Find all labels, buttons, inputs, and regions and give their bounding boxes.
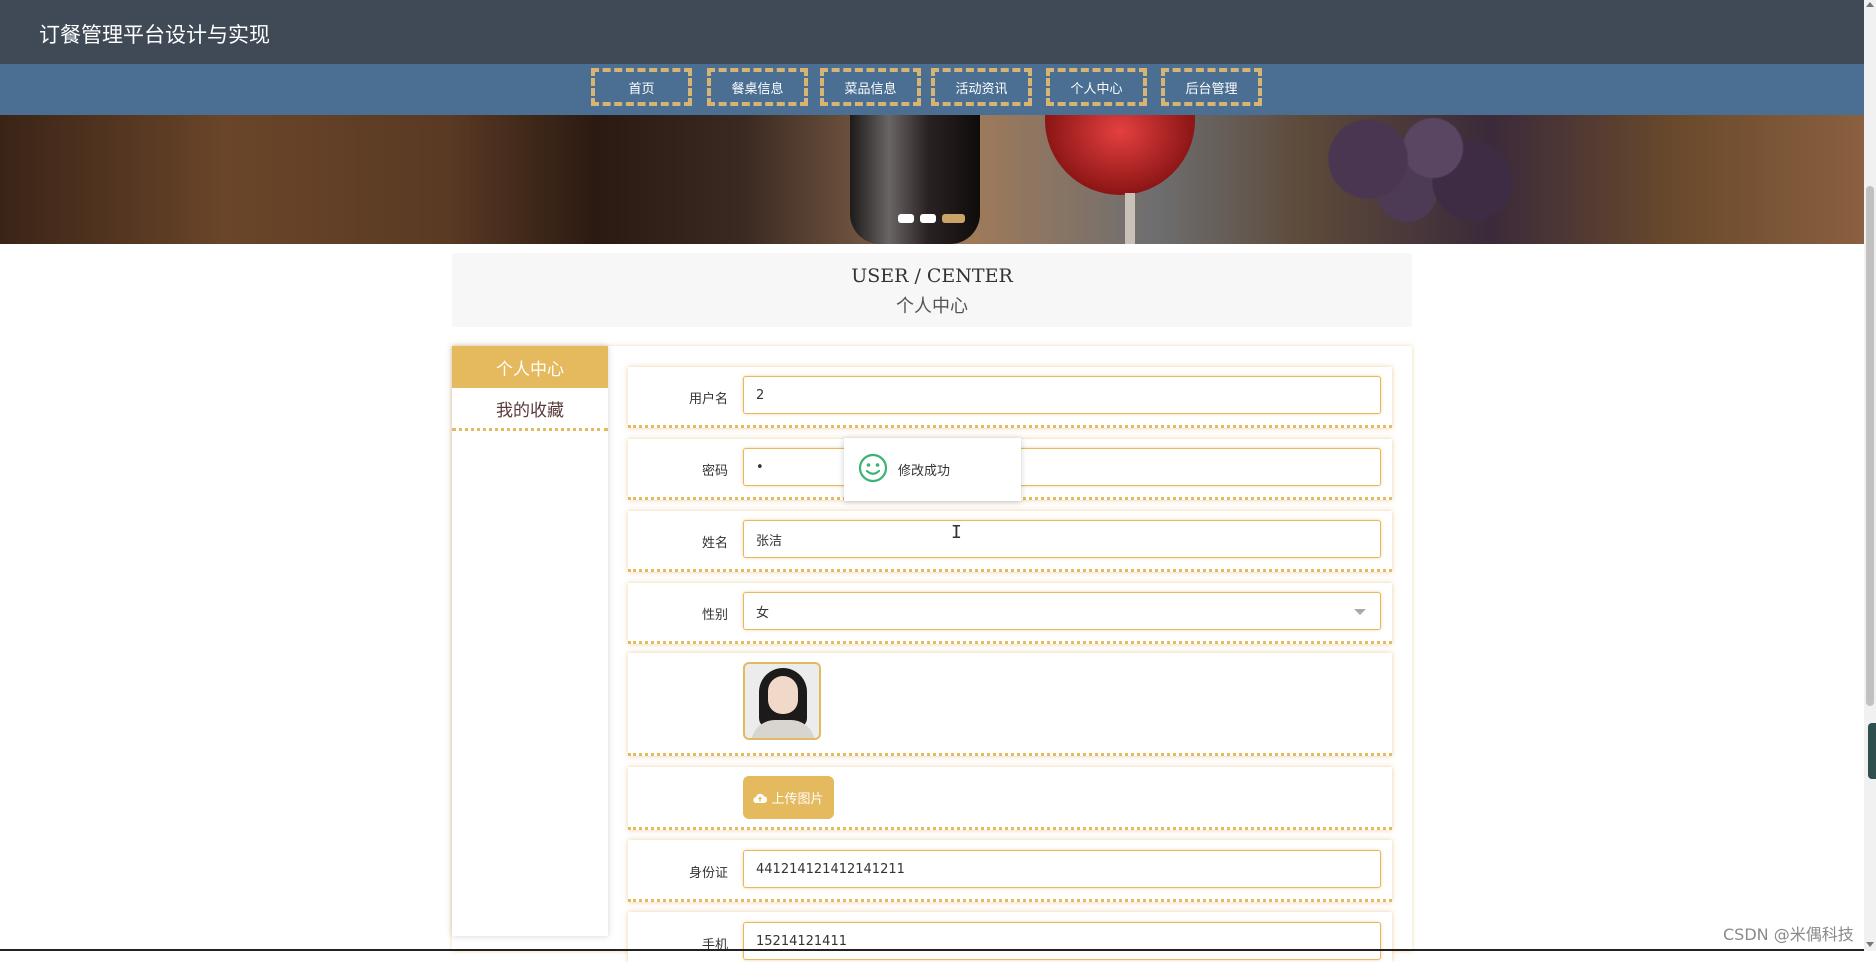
form-row-username: 用户名 2 <box>628 367 1392 428</box>
watermark-text: CSDN @米偶科技 <box>1723 925 1854 944</box>
section-title-cn: 个人中心 <box>896 296 968 317</box>
section-heading: USER / CENTER 个人中心 <box>452 253 1412 327</box>
name-label: 姓名 <box>701 536 728 551</box>
banner-wineglass-stem <box>1125 193 1135 244</box>
top-header-bar: 订餐管理平台设计与实现 <box>0 0 1864 64</box>
user-center-sidebar: 个人中心 我的收藏 <box>452 346 608 936</box>
floating-side-tab[interactable] <box>1868 723 1876 779</box>
nav-item-admin[interactable]: 后台管理 <box>1161 68 1262 106</box>
form-row-phone: 手机 15214121411 <box>628 912 1392 962</box>
upload-image-button[interactable]: 上传图片 <box>743 776 834 819</box>
avatar-image <box>743 662 821 740</box>
form-row-id-card: 身份证 441214121412141211 <box>628 840 1392 902</box>
banner-wineglass-image <box>1045 115 1195 195</box>
banner-carousel <box>0 115 1864 244</box>
nav-item-home[interactable]: 首页 <box>591 68 692 106</box>
cloud-upload-icon <box>753 793 768 803</box>
username-input[interactable]: 2 <box>743 376 1381 414</box>
username-label: 用户名 <box>688 392 728 407</box>
nav-item-news[interactable]: 活动资讯 <box>931 68 1032 106</box>
success-toast: 修改成功 <box>844 438 1021 501</box>
sidebar-item-user-center[interactable]: 个人中心 <box>452 346 608 388</box>
carousel-dot-3[interactable] <box>942 214 965 223</box>
text-cursor-icon: I <box>951 522 962 543</box>
nav-item-tables[interactable]: 餐桌信息 <box>707 68 808 106</box>
scroll-down-arrow-icon[interactable] <box>1866 942 1874 947</box>
password-input[interactable]: • <box>743 448 1381 486</box>
sidebar-item-favorites[interactable]: 我的收藏 <box>452 388 608 431</box>
banner-grapes-image <box>1290 115 1550 225</box>
gender-label: 性别 <box>701 608 728 623</box>
section-title-en: USER / CENTER <box>851 265 1013 287</box>
scrollbar-thumb[interactable] <box>1866 186 1874 706</box>
form-row-upload: 上传图片 <box>628 767 1392 830</box>
password-label: 密码 <box>701 464 728 479</box>
id-card-input[interactable]: 441214121412141211 <box>743 850 1381 888</box>
nav-item-user-center[interactable]: 个人中心 <box>1046 68 1147 106</box>
nav-item-dishes[interactable]: 菜品信息 <box>820 68 921 106</box>
gender-select[interactable]: 女 <box>743 592 1381 630</box>
main-navigation: 首页 餐桌信息 菜品信息 活动资讯 个人中心 后台管理 <box>0 64 1864 115</box>
phone-input[interactable]: 15214121411 <box>743 922 1381 960</box>
smiley-icon <box>858 453 888 483</box>
carousel-dot-2[interactable] <box>920 214 936 223</box>
id-card-label: 身份证 <box>688 866 728 881</box>
gender-select-value: 女 <box>756 605 770 621</box>
site-title: 订餐管理平台设计与实现 <box>39 23 270 47</box>
chevron-down-icon <box>1354 609 1366 615</box>
banner-bottle-image <box>850 115 980 244</box>
form-row-avatar <box>628 653 1392 756</box>
page-scrollbar[interactable] <box>1864 0 1876 951</box>
avatar-face <box>768 676 798 714</box>
form-row-name: 姓名 张洁 <box>628 511 1392 572</box>
scroll-up-arrow-icon[interactable] <box>1866 2 1874 7</box>
upload-button-label: 上传图片 <box>771 792 824 807</box>
name-input[interactable]: 张洁 <box>743 520 1381 558</box>
form-row-gender: 性别 女 <box>628 583 1392 644</box>
carousel-dot-1[interactable] <box>898 214 914 223</box>
toast-message: 修改成功 <box>898 464 951 479</box>
